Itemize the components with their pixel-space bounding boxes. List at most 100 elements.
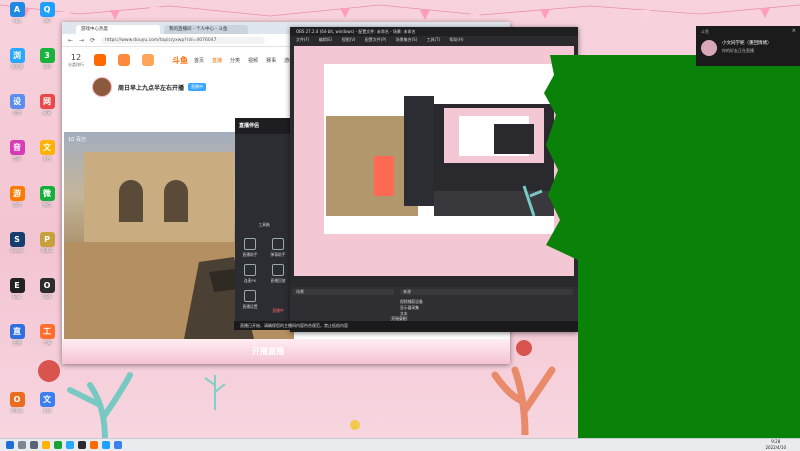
desktop-icon[interactable]: 3 360 [32,48,62,72]
obs-icon[interactable] [78,441,86,449]
app-icon: 设 [9,94,25,109]
helper-toolbox[interactable]: 工具箱 [251,222,277,228]
helper-item[interactable]: 弹幕助手 [265,238,291,258]
message-icon[interactable] [94,54,106,66]
obs-source-item[interactable]: 显示器采集 [400,305,419,310]
desktop-icon[interactable]: A App [2,2,32,26]
search-icon[interactable] [18,441,26,449]
desktop-icon[interactable]: 文文件 [32,140,62,164]
url-input[interactable]: https://www.douyu.com/topic/yxwp?rid=407… [101,36,266,44]
settings-icon [244,290,256,302]
activity-icon[interactable] [142,54,154,66]
obs-menu-item[interactable]: 场景集合(S) [396,37,418,42]
desktop-icon-label: 设置 [13,110,21,115]
helper-item-label: 直播助手 [242,252,258,257]
qq-icon[interactable] [102,441,110,449]
douyu-logo[interactable]: 斗鱼 [172,55,188,66]
folder-icon[interactable] [42,441,50,449]
desktop-icon[interactable]: 文文档 [32,392,62,416]
obs-preview-recursion [294,46,574,276]
close-icon[interactable]: × [792,28,796,34]
app-icon: 网 [39,94,55,109]
bottom-banner-text: 开播直播 [252,347,284,356]
desktop-icon[interactable]: Q QQ [32,2,62,26]
system-clock[interactable]: 9:28 2022/4/10 [765,439,786,450]
green-screen-edge [544,55,580,260]
desktop-icon[interactable]: 微微信 [32,186,62,210]
obs-dock-sources[interactable]: 来源 [400,289,573,295]
helper-item[interactable]: 连麦PK [237,264,263,284]
live-notice-bar: 直播已开始，请确保您的主播间内容符合规范，禁止低俗内容 [234,321,580,330]
obs-dock-scenes[interactable]: 场景 [293,289,394,295]
berry-decoration [516,340,532,356]
desktop-icon[interactable]: 直直播 [2,324,32,348]
desktop-icon-label: 网易 [43,110,51,115]
desktop-icon[interactable]: O OBS [32,278,62,302]
replay-icon [272,264,284,276]
app-icon: Q [39,2,55,17]
helper-item[interactable]: 直播设置 [237,290,263,310]
browser-tab[interactable]: 我的直播间 - 个人中心 - 斗鱼 [164,25,248,34]
task-view-icon[interactable] [30,441,38,449]
obs-menu-item[interactable]: 文件(F) [296,37,309,42]
helper-item-label: 弹幕助手 [270,252,286,257]
helper-icon[interactable] [114,441,122,449]
rank-counter[interactable]: 12 分类排行 [68,53,84,68]
helper-live-label: 直播中 [272,308,284,313]
live-helper-panel[interactable]: 直播伴侣 工具箱 直播助手 弹幕助手 连麦PK 直播回放 直播设置 直播中 [235,118,293,330]
douyu-icon[interactable] [90,441,98,449]
desktop-icon-label: 工具 [43,340,51,345]
desktop-icon[interactable]: E Epic [2,278,32,302]
obs-menu-item[interactable]: 视图(V) [342,37,356,42]
refresh-icon[interactable]: ⟳ [90,37,95,44]
avatar[interactable] [92,77,112,97]
desktop-icon-label: PUBG [41,248,53,253]
desktop-icon[interactable]: 工工具 [32,324,62,348]
app-icon: 3 [39,48,55,63]
start-icon[interactable] [6,441,14,449]
rank-label: 分类排行 [68,61,84,67]
desktop-icon-label: 浏览器 [11,64,23,69]
notification-app: 斗鱼 [701,29,709,34]
helper-item[interactable]: 直播助手 [237,238,263,258]
desktop-icon[interactable]: S Steam [2,232,32,256]
browser-tab[interactable]: 游戏中心热度 [76,25,160,34]
obs-preview[interactable] [294,46,574,276]
nav-menu-item[interactable]: 视频 [248,57,258,64]
helper-item-label: 直播回放 [270,278,286,283]
helper-item-label: 工具箱 [258,222,270,227]
desktop-icon[interactable]: P PUBG [32,232,62,256]
obs-menu-item[interactable]: 工具(T) [427,37,441,42]
desktop-icon[interactable]: 游游戏 [2,186,32,210]
notification-text: 你的好友正在直播 [722,48,754,53]
back-icon[interactable]: ← [68,37,73,44]
video-icon[interactable] [118,54,130,66]
desktop-icon-label: 文档 [43,408,51,413]
danmu-icon [272,238,284,250]
helper-item-label: 直播设置 [242,304,258,309]
obs-window[interactable]: OBS 27.2.4 (64-bit, windows) - 配置文件: 未命名… [290,27,578,332]
app-icon: 文 [39,140,55,155]
desktop-icon[interactable]: 设设置 [2,94,32,118]
desktop-icon[interactable]: 网网易 [32,94,62,118]
nav-menu-item[interactable]: 赛事 [266,57,276,64]
green-screen-window[interactable] [578,55,800,438]
obs-menu-item[interactable]: 配置文件(P) [365,37,387,42]
helper-item[interactable]: 直播回放 [265,264,291,284]
nav-menu-item[interactable]: 直播 [212,57,222,64]
browser-icon[interactable] [66,441,74,449]
obs-menu-item[interactable]: 编辑(E) [319,37,333,42]
nav-menu-item[interactable]: 分类 [230,57,240,64]
desktop-icon[interactable]: O Office [2,392,32,416]
desktop-icon-label: 微信 [43,202,51,207]
nav-menu-item[interactable]: 首页 [194,57,204,64]
obs-source-item[interactable]: 视频捕获设备 [400,299,423,304]
wechat-icon[interactable] [54,441,62,449]
desktop-icon-label: 360 [43,64,51,69]
forward-icon[interactable]: → [79,37,84,44]
friend-live-notification[interactable]: 斗鱼 × 小文同学呢（重回情绪） 你的好友正在直播 [696,26,800,66]
desktop-icon-label: Office [11,408,23,413]
desktop-icon[interactable]: 音音乐 [2,140,32,164]
obs-menu-item[interactable]: 帮助(H) [449,37,463,42]
desktop-icon[interactable]: 浏浏览器 [2,48,32,72]
